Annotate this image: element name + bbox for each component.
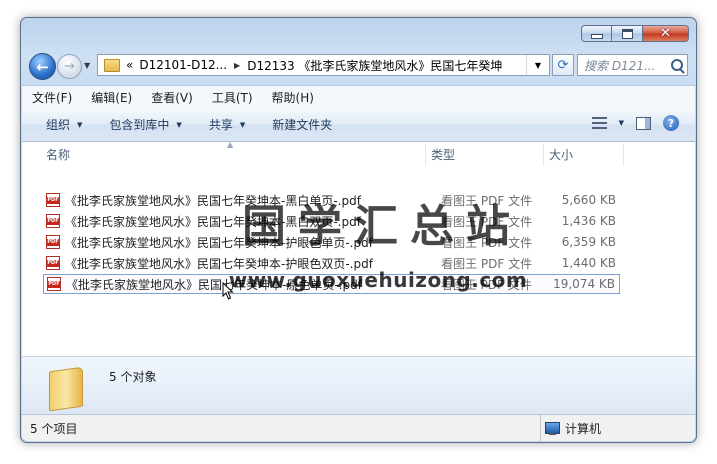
details-pane: 5 个对象 — [22, 357, 695, 414]
include-in-library-button[interactable]: 包含到库中 ▼ — [109, 116, 181, 133]
breadcrumb-parent[interactable]: D12101-D12... — [139, 58, 227, 72]
refresh-button[interactable]: ⟳ — [552, 54, 574, 76]
file-size: 5,660 KB — [561, 193, 616, 207]
status-bar: 5 个项目 计算机 — [22, 414, 695, 441]
caption-buttons: ✕ — [581, 25, 689, 42]
pdf-file-icon — [46, 214, 60, 228]
file-size: 6,359 KB — [561, 235, 616, 249]
breadcrumb-current[interactable]: D12133 《批李氏家族堂地风水》民国七年癸坤 — [247, 57, 502, 74]
breadcrumb-separator-icon[interactable]: ▶ — [234, 61, 240, 70]
explorer-window: ✕ ← → ▼ « D12101-D12... ▶ D12133 《批李氏家族堂… — [20, 17, 697, 443]
menu-file[interactable]: 文件(F) — [32, 89, 72, 106]
share-label: 共享 — [208, 118, 233, 132]
forward-arrow-icon: → — [64, 59, 75, 74]
menu-help[interactable]: 帮助(H) — [272, 89, 314, 106]
column-name[interactable]: 名称 — [40, 142, 425, 168]
close-icon: ✕ — [660, 26, 671, 41]
preview-pane-icon[interactable] — [636, 116, 651, 130]
file-type: 看图王 PDF 文件 — [441, 193, 533, 208]
file-name: 《批李氏家族堂地风水》民国七年癸坤本-护眼色单页-.pdf — [65, 235, 373, 250]
file-type: 看图王 PDF 文件 — [441, 235, 533, 250]
chevron-down-icon: ▼ — [176, 120, 182, 129]
file-type: 看图王 PDF 文件 — [441, 214, 533, 229]
file-size: 19,074 KB — [553, 277, 615, 291]
mouse-cursor-icon — [222, 282, 234, 300]
include-label: 包含到库中 — [109, 118, 170, 132]
forward-button[interactable]: → — [57, 54, 82, 79]
back-button[interactable]: ← — [29, 53, 56, 80]
file-size: 1,440 KB — [561, 256, 616, 270]
menu-edit[interactable]: 编辑(E) — [91, 89, 132, 106]
menu-tools[interactable]: 工具(T) — [212, 89, 253, 106]
refresh-icon: ⟳ — [557, 57, 569, 73]
organize-button[interactable]: 组织 ▼ — [46, 116, 82, 133]
maximize-icon — [621, 28, 633, 39]
back-arrow-icon: ← — [36, 57, 49, 76]
recent-pages-dropdown[interactable]: ▼ — [84, 61, 90, 70]
selection-count: 5 个对象 — [109, 370, 157, 384]
column-header: ▲ 名称 类型 大小 — [22, 140, 695, 168]
search-placeholder: 搜索 D121... — [584, 58, 656, 73]
file-row[interactable]: 《批李氏家族堂地风水》民国七年癸坤本-护眼色双页-.pdf 看图王 PDF 文件… — [43, 253, 620, 273]
status-item-count: 5 个项目 — [30, 421, 78, 436]
address-dropdown-button[interactable]: ▼ — [526, 55, 549, 75]
minimize-icon — [590, 34, 603, 39]
command-bar: 组织 ▼ 包含到库中 ▼ 共享 ▼ 新建文件夹 ▼ ? — [22, 108, 695, 142]
menu-bar: 文件(F) 编辑(E) 查看(V) 工具(T) 帮助(H) — [22, 85, 695, 108]
new-folder-button[interactable]: 新建文件夹 — [272, 116, 332, 133]
search-icon[interactable] — [671, 59, 683, 71]
close-button[interactable]: ✕ — [643, 25, 689, 42]
maximize-button[interactable] — [612, 25, 643, 42]
pdf-file-icon — [46, 256, 60, 270]
help-icon[interactable]: ? — [663, 115, 679, 131]
file-list: ▲ 名称 类型 大小 《批李氏家族堂地风水》民国七年癸坤本-黑白单页-.pdf … — [22, 140, 695, 357]
file-row[interactable]: 《批李氏家族堂地风水》民国七年癸坤本-黑白双页-.pdf 看图王 PDF 文件 … — [43, 211, 620, 231]
folder-icon — [104, 58, 120, 72]
share-button[interactable]: 共享 ▼ — [209, 116, 245, 133]
file-name: 《批李氏家族堂地风水》民国七年癸坤本-护眼色双页-.pdf — [65, 256, 373, 271]
file-row[interactable]: 《批李氏家族堂地风水》民国七年癸坤本-护眼色单页-.pdf 看图王 PDF 文件… — [43, 232, 620, 252]
menu-view[interactable]: 查看(V) — [151, 89, 193, 106]
file-name: 《批李氏家族堂地风水》民国七年癸坤本-黑白双页-.pdf — [65, 214, 361, 229]
search-input[interactable]: 搜索 D121... — [577, 54, 688, 76]
minimize-button[interactable] — [581, 25, 612, 42]
address-bar[interactable]: « D12101-D12... ▶ D12133 《批李氏家族堂地风水》民国七年… — [97, 54, 550, 76]
toolbar-right: ▼ ? — [591, 115, 679, 131]
file-row[interactable]: 《批李氏家族堂地风水》民国七年癸坤本-黑白单页-.pdf 看图王 PDF 文件 … — [43, 190, 620, 210]
column-type[interactable]: 类型 — [425, 142, 543, 168]
folder-icon — [49, 366, 83, 412]
file-name: 《批李氏家族堂地风水》民国七年癸坤本-原色单页-.pdf — [66, 277, 362, 292]
view-options-icon[interactable] — [591, 117, 607, 129]
organize-label: 组织 — [46, 118, 71, 132]
status-location: 计算机 — [540, 415, 601, 441]
pdf-file-icon — [46, 193, 60, 207]
status-location-label: 计算机 — [565, 421, 602, 436]
crumb-prefix[interactable]: « — [126, 58, 133, 72]
column-size[interactable]: 大小 — [543, 142, 623, 168]
pdf-file-icon — [46, 235, 60, 249]
file-size: 1,436 KB — [561, 214, 616, 228]
file-type: 看图王 PDF 文件 — [440, 277, 532, 292]
view-dropdown-icon[interactable]: ▼ — [619, 119, 624, 127]
pdf-file-icon — [47, 277, 61, 291]
navigation-bar: ← → ▼ « D12101-D12... ▶ D12133 《批李氏家族堂地风… — [29, 53, 688, 81]
chevron-down-icon: ▼ — [239, 120, 246, 129]
file-name: 《批李氏家族堂地风水》民国七年癸坤本-黑白单页-.pdf — [65, 193, 361, 208]
file-row-selected[interactable]: 《批李氏家族堂地风水》民国七年癸坤本-原色单页-.pdf 看图王 PDF 文件 … — [43, 274, 620, 294]
new-folder-label: 新建文件夹 — [272, 118, 333, 132]
file-type: 看图王 PDF 文件 — [441, 256, 533, 271]
chevron-down-icon: ▼ — [77, 120, 83, 129]
computer-icon — [545, 422, 560, 435]
